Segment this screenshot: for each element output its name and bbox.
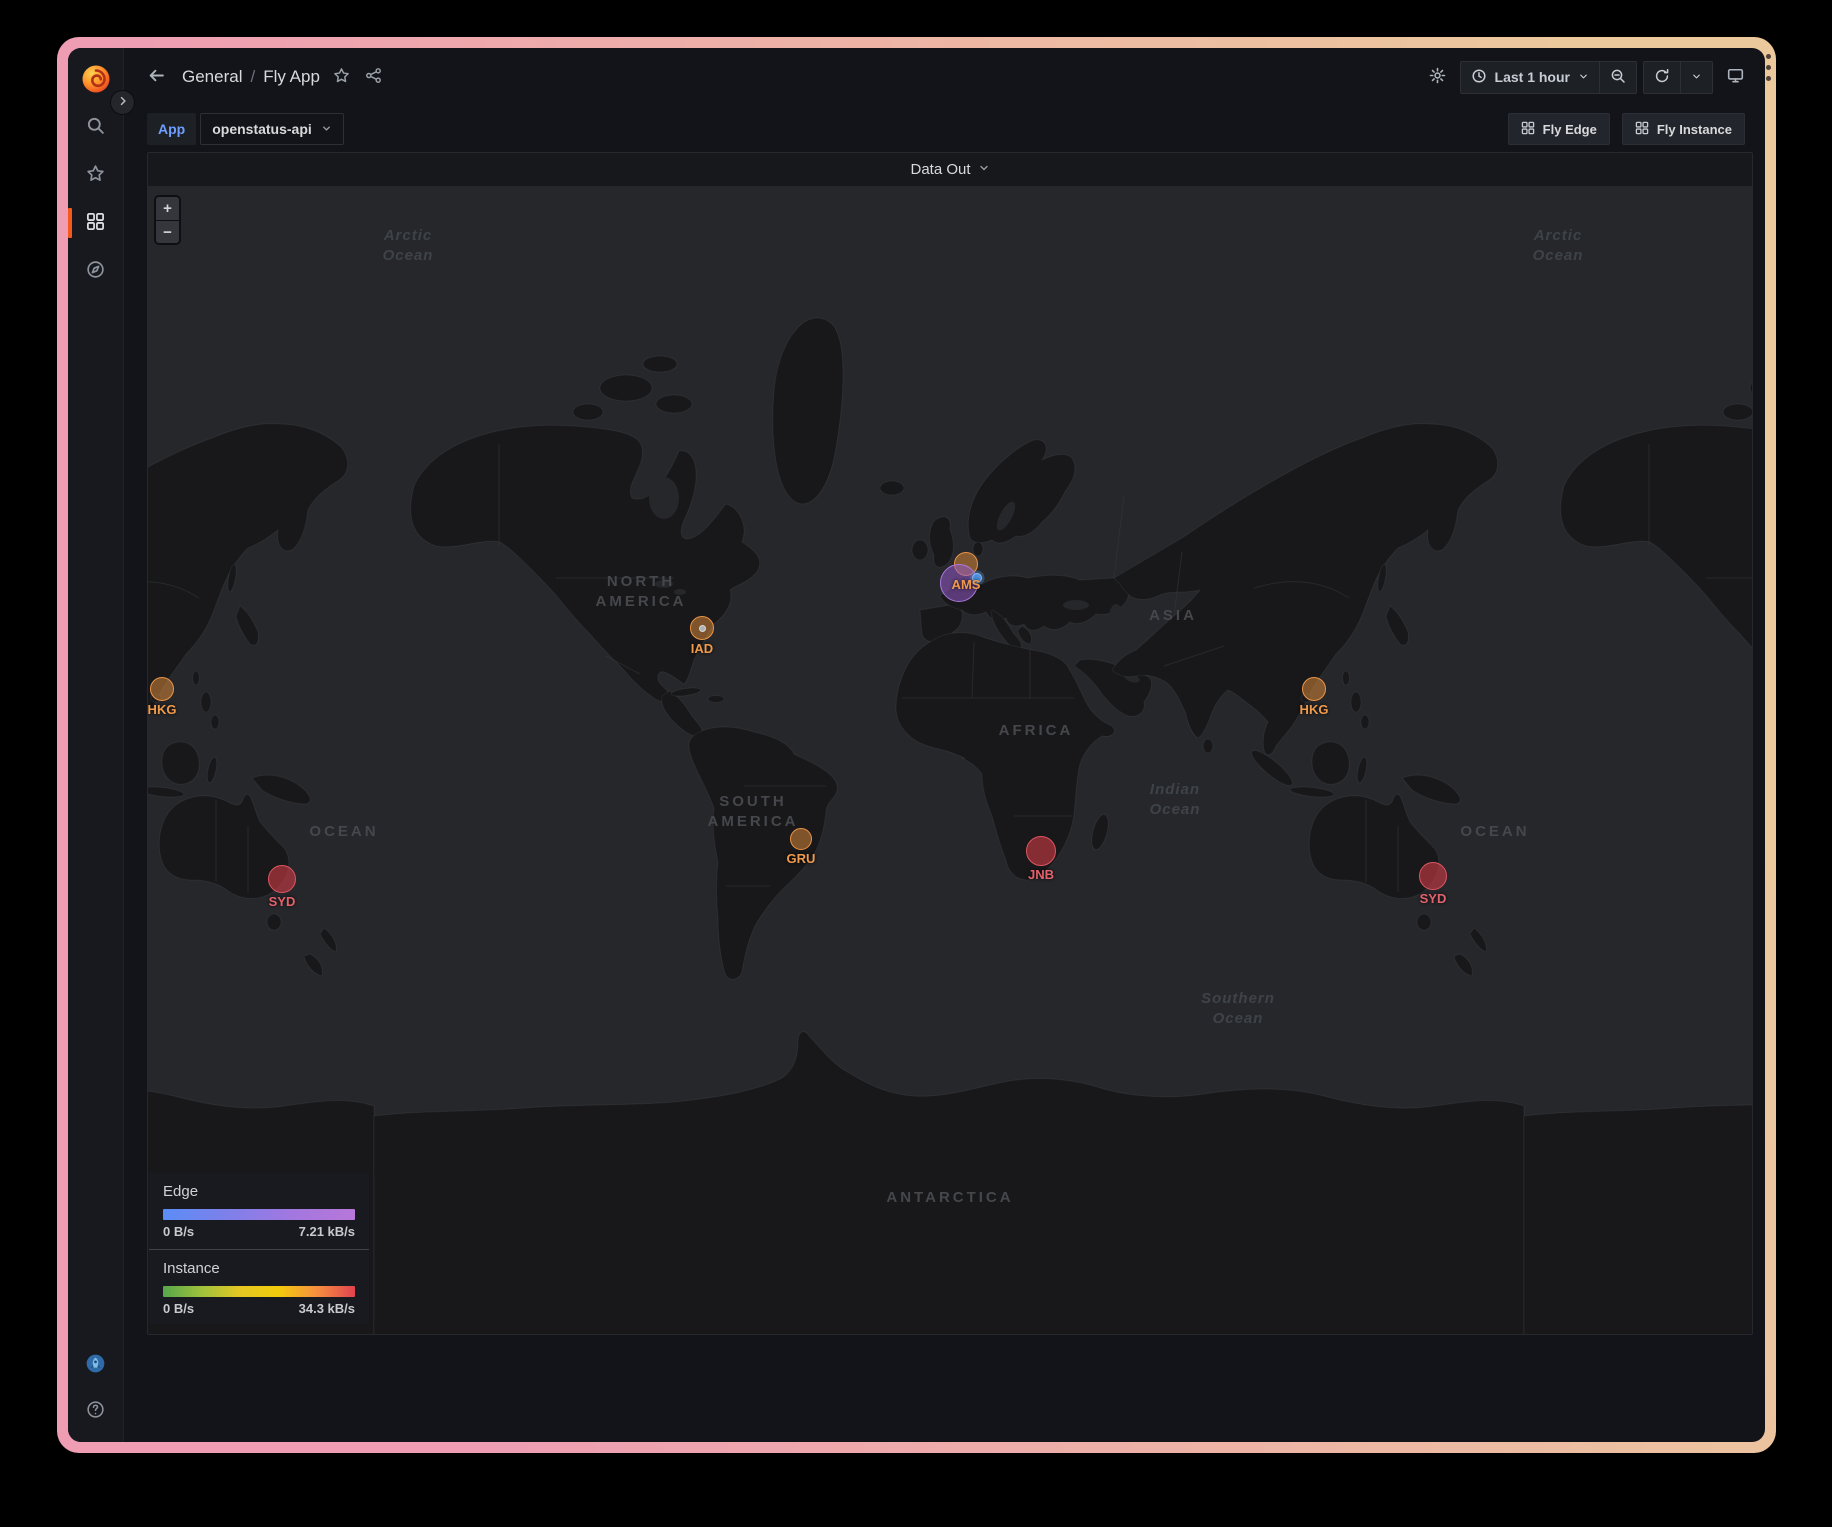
breadcrumb-section[interactable]: General [182, 67, 242, 87]
gear-icon [1429, 67, 1446, 87]
star-icon [86, 164, 105, 186]
sidebar-item-help[interactable] [79, 1394, 113, 1428]
time-zoom-out-button[interactable] [1599, 62, 1636, 93]
user-avatar[interactable] [79, 1348, 113, 1382]
grafana-app: General / Fly App [68, 48, 1765, 1442]
map-zoom-controls: + − [154, 195, 181, 245]
time-range-label: Last 1 hour [1495, 69, 1570, 85]
legend-min: 0 B/s [163, 1224, 194, 1239]
link-label: Fly Instance [1657, 122, 1732, 137]
panel-header[interactable]: Data Out [148, 153, 1752, 186]
variable-value-dropdown[interactable]: openstatus-api [200, 113, 344, 145]
chevron-down-icon [1578, 69, 1589, 85]
avatar-icon [86, 1354, 105, 1376]
topbar-actions: Last 1 hour [1422, 61, 1751, 94]
panel-title: Data Out [910, 161, 970, 178]
edge-marker-gru[interactable] [790, 828, 812, 850]
breadcrumb-page: Fly App [263, 67, 320, 87]
sidebar-item-starred[interactable] [79, 158, 113, 192]
world-map[interactable]: Arctic OceanArctic OceanNORTH AMERICAASI… [148, 186, 1752, 1334]
star-icon [333, 67, 350, 87]
instance-marker[interactable] [972, 573, 982, 583]
grafana-logo[interactable] [80, 63, 112, 95]
refresh-interval-dropdown[interactable] [1680, 62, 1712, 93]
compass-icon [86, 260, 105, 282]
refresh-button[interactable] [1644, 62, 1680, 93]
monitor-icon [1727, 67, 1744, 87]
chevron-down-icon [1691, 69, 1702, 85]
breadcrumb: General / Fly App [182, 67, 320, 87]
dashboard-settings-button[interactable] [1422, 61, 1454, 93]
star-dashboard-button[interactable] [326, 61, 358, 93]
legend-min: 0 B/s [163, 1301, 194, 1316]
main-area: General / Fly App [124, 48, 1765, 1442]
share-icon [365, 67, 382, 87]
instance-marker[interactable] [940, 564, 978, 602]
sidebar-item-explore[interactable] [79, 254, 113, 288]
link-fly-edge[interactable]: Fly Edge [1508, 113, 1610, 145]
legend-gradient-bar [163, 1286, 355, 1297]
frame-dot [1766, 76, 1771, 81]
window-frame: General / Fly App [57, 37, 1776, 1453]
variable-label[interactable]: App [147, 113, 196, 145]
chevron-right-icon [117, 95, 129, 110]
legend-title: Edge [163, 1183, 355, 1200]
top-navigation: General / Fly App [124, 48, 1765, 106]
search-icon [86, 116, 105, 138]
back-button[interactable] [140, 61, 172, 93]
arrow-left-icon [148, 67, 165, 87]
edge-marker-hkg[interactable] [1302, 677, 1326, 701]
edge-marker-iad[interactable] [690, 616, 714, 640]
help-icon [86, 1400, 105, 1422]
dashboard-links: Fly Edge Fly Instance [1508, 113, 1745, 145]
map-zoom-in-button[interactable]: + [156, 197, 179, 220]
clock-icon [1471, 68, 1487, 87]
instance-dot [699, 625, 706, 632]
chevron-down-icon [321, 121, 332, 137]
apps-grid-icon [1635, 121, 1649, 138]
legend-title: Instance [163, 1260, 355, 1277]
world-map-svg [148, 186, 1752, 1334]
legend-gradient-bar [163, 1209, 355, 1220]
sidebar-item-search[interactable] [79, 110, 113, 144]
link-label: Fly Edge [1543, 122, 1597, 137]
dashboards-grid-icon [86, 212, 105, 234]
instance-marker-syd[interactable] [268, 865, 296, 893]
breadcrumb-separator: / [250, 67, 255, 87]
refresh-group [1643, 61, 1713, 94]
map-legend: Edge 0 B/s 7.21 kB/s Instance [149, 1173, 369, 1324]
refresh-icon [1654, 68, 1670, 87]
sidebar [68, 48, 124, 1442]
legend-section-instance: Instance 0 B/s 34.3 kB/s [163, 1260, 355, 1316]
sidebar-item-dashboards[interactable] [79, 206, 113, 240]
frame-dot [1766, 65, 1771, 70]
map-zoom-out-button[interactable]: − [156, 220, 179, 243]
link-fly-instance[interactable]: Fly Instance [1622, 113, 1745, 145]
apps-grid-icon [1521, 121, 1535, 138]
edge-marker-hkg[interactable] [150, 677, 174, 701]
legend-divider [149, 1249, 369, 1250]
chevron-down-icon [978, 161, 990, 179]
geomap-panel: Data Out [147, 152, 1753, 1335]
kiosk-mode-button[interactable] [1719, 61, 1751, 93]
legend-max: 34.3 kB/s [299, 1301, 355, 1316]
legend-section-edge: Edge 0 B/s 7.21 kB/s [163, 1183, 355, 1239]
frame-dot [1766, 54, 1771, 59]
instance-marker-jnb[interactable] [1026, 836, 1056, 866]
zoom-out-icon [1610, 68, 1626, 87]
sidebar-expand-button[interactable] [110, 90, 135, 115]
legend-max: 7.21 kB/s [299, 1224, 355, 1239]
time-range-picker[interactable]: Last 1 hour [1461, 62, 1599, 93]
instance-marker-syd[interactable] [1419, 862, 1447, 890]
dashboard-controls-row: App openstatus-api Fly Edge [124, 106, 1765, 152]
share-dashboard-button[interactable] [358, 61, 390, 93]
time-range-group: Last 1 hour [1460, 61, 1637, 94]
variable-value: openstatus-api [212, 121, 312, 137]
